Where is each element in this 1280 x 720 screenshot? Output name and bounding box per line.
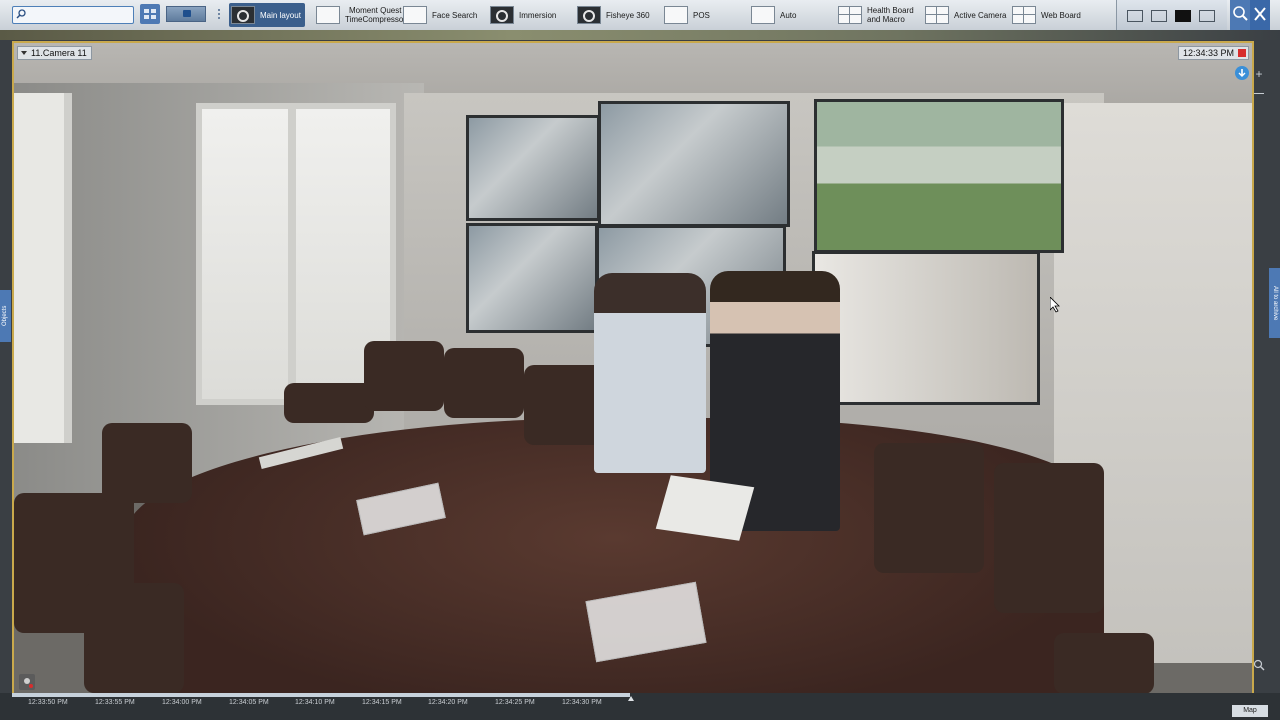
timeline-label: 12:34:10 PM	[295, 699, 335, 706]
layout-tab-health-board[interactable]: Health Board and Macro	[838, 3, 914, 27]
laptop	[655, 475, 755, 541]
camera-icon	[231, 6, 255, 24]
timeline-label: 12:34:00 PM	[162, 699, 202, 706]
zoom-out-icon[interactable]	[1253, 86, 1265, 94]
black-screen-icon[interactable]	[1175, 10, 1191, 22]
download-icon[interactable]	[1235, 66, 1249, 80]
layout-tab-label: Web Board	[1041, 10, 1081, 20]
camera-icon	[490, 6, 514, 24]
camera-name: 11.Camera 11	[31, 48, 87, 58]
mouse-cursor-icon	[1050, 297, 1060, 313]
timeline-track[interactable]	[12, 693, 630, 697]
hash-grid-icon[interactable]	[1151, 10, 1167, 22]
layout-icon	[751, 6, 775, 24]
grid-icon	[144, 9, 149, 13]
table-icon[interactable]	[1127, 10, 1143, 22]
layout-tab-label: Immersion	[519, 10, 557, 20]
timeline-label: 12:34:15 PM	[362, 699, 402, 706]
search-icon	[16, 9, 26, 19]
video-wall-screen	[466, 115, 600, 221]
timeline-label: 12:33:50 PM	[28, 699, 68, 706]
layout-tab-main[interactable]: Main layout	[229, 3, 305, 27]
camera-icon	[577, 6, 601, 24]
layout-tab-label: Active Camera	[954, 10, 1007, 20]
search-input[interactable]	[12, 6, 134, 24]
camera-time-text: 12:34:33 PM	[1182, 48, 1234, 58]
objects-panel-tab[interactable]: Objects	[0, 290, 11, 342]
layout-toolbar: Main layout Moment Quest TimeCompressor …	[0, 0, 1280, 31]
map-tab[interactable]: Map	[1232, 705, 1268, 717]
background-strip	[0, 30, 1280, 40]
layout-tab-label: Face Search	[432, 10, 478, 20]
all-to-archive-tab[interactable]: All to archive	[1269, 268, 1280, 338]
layout-tab-label: Health Board and Macro	[867, 6, 914, 24]
video-wall-screen	[814, 99, 1064, 253]
timeline[interactable]: 12:33:50 PM 12:33:55 PM 12:34:00 PM 12:3…	[0, 693, 1280, 720]
layout-icon	[925, 6, 949, 24]
layout-tab-label: POS	[693, 10, 710, 20]
layout-tab-label: Moment Quest TimeCompressor	[345, 6, 407, 24]
timeline-label: 12:34:30 PM	[562, 699, 602, 706]
timeline-label: 12:34:05 PM	[229, 699, 269, 706]
layout-icon	[316, 6, 340, 24]
layout-icon	[403, 6, 427, 24]
camera-title[interactable]: 11.Camera 11	[17, 46, 92, 60]
view-tools	[1116, 0, 1227, 30]
camera-viewport[interactable]: 11.Camera 11 12:34:33 PM	[12, 41, 1254, 696]
layout-tab-label: Main layout	[260, 10, 301, 20]
layout-tab-face-search[interactable]: Face Search	[403, 3, 477, 27]
layout-tab-active-camera[interactable]: Active Camera	[925, 3, 1006, 27]
layout-tab-web-board[interactable]: Web Board	[1012, 3, 1081, 27]
video-wall-screen	[466, 223, 598, 333]
tools-button[interactable]	[1250, 0, 1270, 30]
layout-grid-button[interactable]	[140, 4, 160, 24]
layout-icon	[664, 6, 688, 24]
timeline-label: 12:33:55 PM	[95, 699, 135, 706]
screen-settings-icon[interactable]	[1199, 10, 1215, 22]
layout-icon	[1012, 6, 1036, 24]
tools-icon	[1254, 7, 1266, 21]
layout-tab-label: Fisheye 360	[606, 10, 650, 20]
timeline-playhead[interactable]	[628, 696, 634, 701]
chevron-down-icon	[21, 51, 27, 55]
layout-tab-pos[interactable]: POS	[664, 3, 710, 27]
layout-tab-auto[interactable]: Auto	[751, 3, 796, 27]
timeline-label: 12:34:20 PM	[428, 699, 468, 706]
video-wall-screen	[812, 251, 1040, 405]
person	[594, 273, 706, 473]
zoom-search-icon	[1233, 6, 1248, 21]
camera-thumbnail-button[interactable]	[166, 6, 206, 22]
layout-icon	[838, 6, 862, 24]
zoom-search-button[interactable]	[1230, 0, 1250, 30]
snapshot-icon[interactable]	[19, 674, 35, 690]
layout-tab-fisheye[interactable]: Fisheye 360	[577, 3, 650, 27]
layout-tab-immersion[interactable]: Immersion	[490, 3, 556, 27]
timeline-label: 12:34:25 PM	[495, 699, 535, 706]
toolbar-separator	[218, 9, 224, 19]
layout-tab-moment-quest[interactable]: Moment Quest TimeCompressor	[316, 3, 406, 27]
recording-indicator-icon[interactable]	[1238, 49, 1246, 57]
layout-tab-label: Auto	[780, 10, 797, 20]
camera-timestamp: 12:34:33 PM	[1177, 46, 1249, 60]
video-wall-screen	[598, 101, 790, 227]
zoom-in-icon[interactable]: +	[1253, 68, 1265, 80]
magnifier-icon[interactable]	[1253, 659, 1265, 671]
